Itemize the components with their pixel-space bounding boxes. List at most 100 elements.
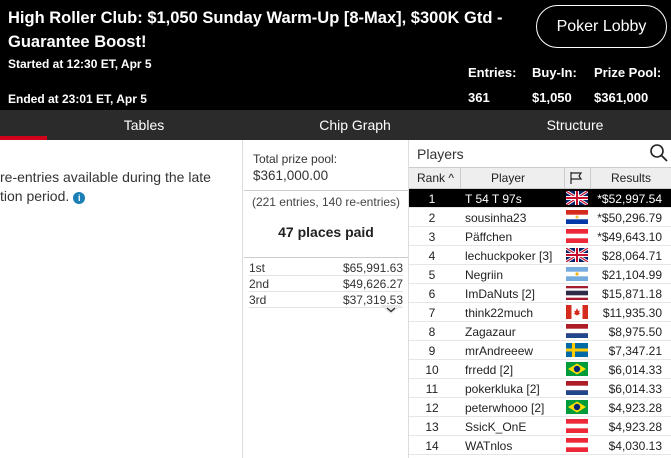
rank-column-header[interactable]: Rank ^ — [417, 171, 454, 185]
player-row[interactable]: 5 Negriin $21,104.99 — [409, 265, 671, 284]
places-paid: 47 places paid — [278, 224, 374, 240]
player-row[interactable]: 13 SsicK_OnE $4,923.28 — [409, 417, 671, 436]
tournament-title: High Roller Club: $1,050 Sunday Warm-Up … — [8, 9, 503, 51]
player-row[interactable]: 8 Zagazaur $8,975.50 — [409, 322, 671, 341]
uk-flag-icon — [566, 248, 588, 262]
netherlands-flag-icon — [566, 324, 588, 338]
player-result: $4,030.13 — [608, 439, 662, 453]
player-row[interactable]: 2 sousinha23 *$50,296.79 — [409, 208, 671, 227]
column-divider — [590, 168, 591, 189]
player-rank: 2 — [428, 211, 436, 225]
player-result: $4,923.28 — [608, 401, 662, 415]
payout-amount: $49,626.27 — [342, 277, 403, 291]
player-rank: 4 — [428, 249, 436, 263]
results-column-header[interactable]: Results — [611, 171, 651, 185]
player-result: *$52,997.54 — [597, 192, 662, 206]
austria-flag-icon — [566, 438, 588, 452]
prizepool-label: Prize Pool: — [594, 65, 662, 80]
player-name: think22much — [465, 306, 534, 320]
player-name: frredd [2] — [465, 363, 514, 377]
player-result: $11,935.30 — [602, 306, 662, 320]
player-rank: 10 — [425, 363, 439, 377]
divider — [242, 140, 243, 458]
player-row[interactable]: 9 mrAndreeew $7,347.21 — [409, 341, 671, 360]
player-rank: 7 — [428, 306, 436, 320]
tab-bar: Tables Chip Graph Structure — [0, 110, 671, 140]
player-rank: 1 — [428, 192, 436, 206]
player-rank: 6 — [428, 287, 436, 301]
player-rank: 13 — [425, 420, 439, 434]
player-result: $6,014.33 — [608, 363, 662, 377]
player-result: $6,014.33 — [608, 382, 662, 396]
players-table-header: Rank ^ Player Results — [409, 167, 671, 189]
payout-place: 1st — [249, 261, 266, 275]
tab-tables[interactable]: Tables — [60, 110, 228, 140]
austria-flag-icon — [566, 419, 588, 433]
player-result: *$50,296.79 — [597, 211, 662, 225]
payout-place: 3rd — [249, 293, 267, 307]
search-icon[interactable] — [649, 143, 669, 163]
paraguay-flag-icon — [566, 210, 588, 224]
divider — [244, 257, 408, 258]
player-name: mrAndreeew — [465, 344, 534, 358]
tab-structure[interactable]: Structure — [490, 110, 660, 140]
austria-flag-icon — [566, 229, 588, 243]
prizepool-value: $361,000 — [594, 90, 649, 105]
player-row[interactable]: 6 ImDaNuts [2] $15,871.18 — [409, 284, 671, 303]
player-row[interactable]: 11 pokerkluka [2] $6,014.33 — [409, 379, 671, 398]
player-name: peterwhooo [2] — [465, 401, 545, 415]
player-rank: 11 — [425, 382, 439, 396]
player-rank: 9 — [428, 344, 436, 358]
players-table-body: 1 T 54 T 97s *$52,997.54 2 sousinha23 *$50,29… — [409, 189, 671, 455]
late-registration-note: re-entries available during the late tio… — [0, 168, 238, 206]
player-result: $7,347.21 — [608, 344, 662, 358]
player-name: Negriin — [465, 268, 504, 282]
player-name: SsicK_OnE — [465, 420, 527, 434]
player-name: Zagazaur — [465, 325, 516, 339]
total-prize-label: Total prize pool: — [253, 152, 338, 166]
player-rank: 12 — [425, 401, 439, 415]
info-panel: re-entries available during the late tio… — [0, 140, 240, 458]
poker-lobby-button[interactable]: Poker Lobby — [536, 5, 667, 48]
player-row[interactable]: 14 WATnlos $4,030.13 — [409, 436, 671, 455]
start-time: Started at 12:30 ET, Apr 5 — [8, 57, 152, 71]
players-title: Players — [417, 146, 464, 162]
player-row[interactable]: 1 T 54 T 97s *$52,997.54 — [409, 189, 671, 208]
entries-value: 361 — [468, 90, 490, 105]
flag-column-icon[interactable] — [569, 171, 583, 185]
player-row[interactable]: 4 lechuckpoker [3] $28,064.71 — [409, 246, 671, 265]
note-line-1: re-entries available during the late — [0, 169, 211, 185]
expand-payouts-chevron-icon[interactable] — [380, 305, 402, 315]
end-time: Ended at 23:01 ET, Apr 5 — [8, 92, 147, 106]
tab-chip-graph[interactable]: Chip Graph — [270, 110, 440, 140]
players-panel: Players Rank ^ Player Results 1 T 54 T 97… — [409, 140, 671, 458]
brazil-flag-icon — [566, 362, 588, 376]
payout-place: 2nd — [249, 277, 270, 291]
entries-summary: (221 entries, 140 re-entries) — [251, 195, 401, 209]
sweden-flag-icon — [566, 343, 588, 357]
divider — [244, 190, 408, 191]
payout-amount: $65,991.63 — [342, 261, 403, 275]
info-icon[interactable]: i — [73, 192, 86, 204]
prize-panel: Total prize pool: $361,000.00 (221 entri… — [244, 140, 408, 458]
tournament-header: High Roller Club: $1,050 Sunday Warm-Up … — [0, 0, 671, 110]
uk-flag-icon — [566, 191, 588, 205]
entries-label: Entries: — [468, 65, 517, 80]
player-result: $15,871.18 — [601, 287, 662, 301]
player-name: pokerkluka [2] — [465, 382, 540, 396]
payout-row: 1st $65,991.63 — [249, 260, 403, 276]
player-result: $8,975.50 — [608, 325, 662, 339]
netherlands-flag-icon — [566, 381, 588, 395]
total-prize-value: $361,000.00 — [253, 168, 329, 183]
player-name: sousinha23 — [465, 211, 527, 225]
column-divider — [460, 168, 461, 189]
player-row[interactable]: 10 frredd [2] $6,014.33 — [409, 360, 671, 379]
sort-ascending-icon: ^ — [448, 171, 454, 185]
player-row[interactable]: 3 Päffchen *$49,643.10 — [409, 227, 671, 246]
player-row[interactable]: 7 think22much $11,935.30 — [409, 303, 671, 322]
player-rank: 14 — [425, 439, 439, 453]
player-row[interactable]: 12 peterwhooo [2] $4,923.28 — [409, 398, 671, 417]
player-name: WATnlos — [465, 439, 513, 453]
player-column-header[interactable]: Player — [491, 171, 525, 185]
player-name: T 54 T 97s — [465, 192, 522, 206]
